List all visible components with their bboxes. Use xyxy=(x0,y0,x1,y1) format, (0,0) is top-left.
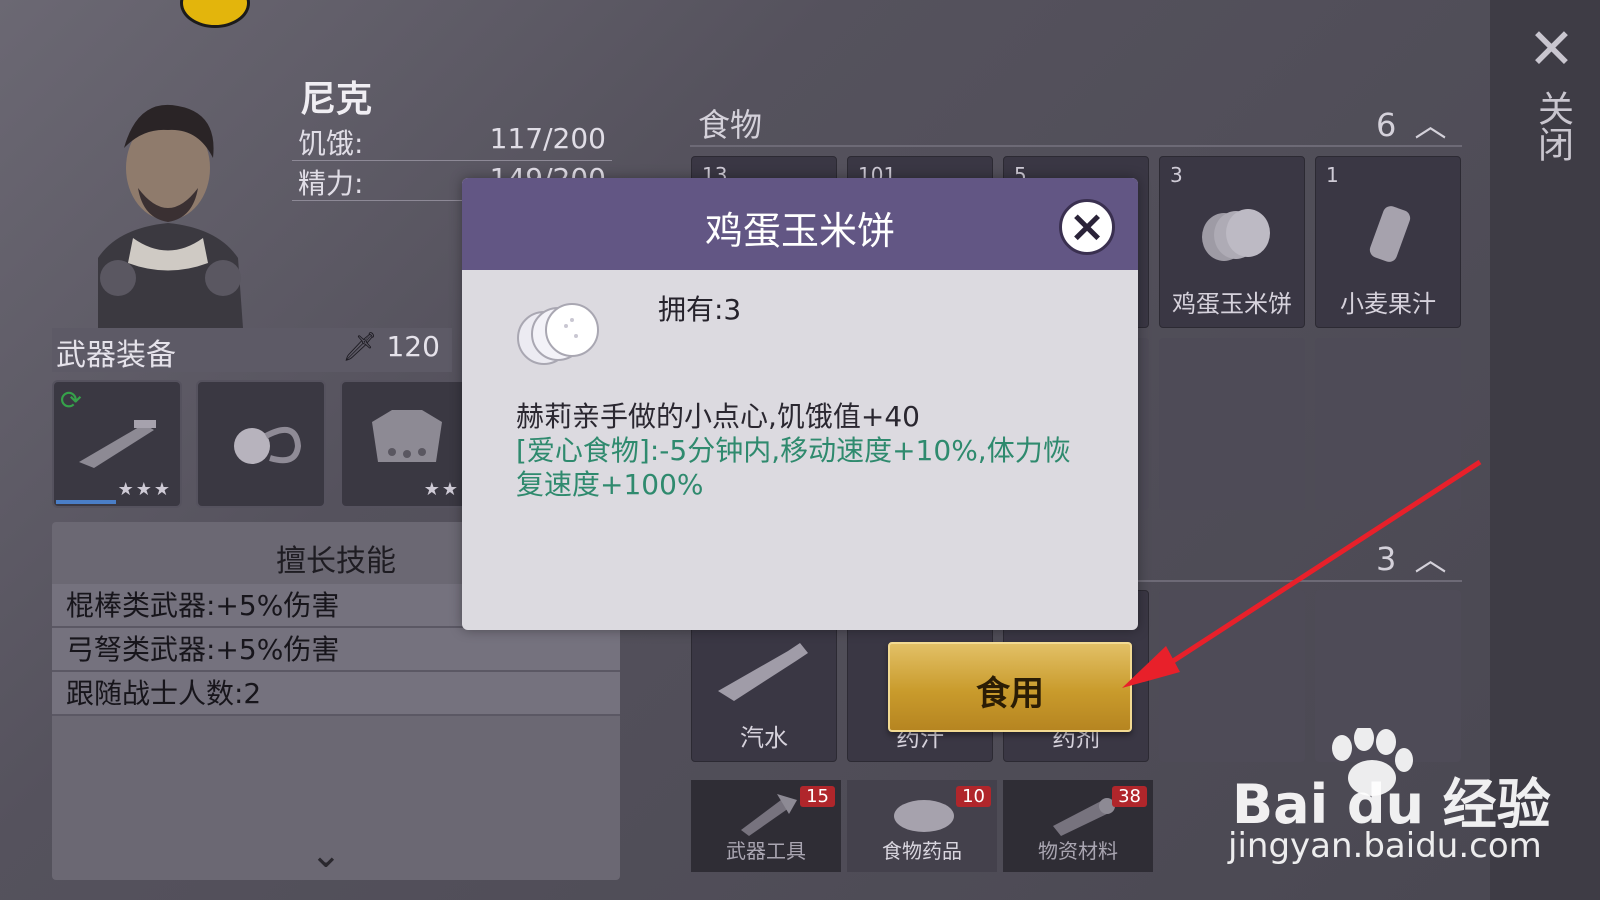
weapon-slot-3[interactable]: ★★ xyxy=(340,380,470,508)
tab-weapons-tools[interactable]: 15 武器工具 xyxy=(691,780,841,872)
sword-icon: 🗡 xyxy=(342,330,378,363)
hunger-value: 117/200 xyxy=(489,122,606,155)
item-description: 赫莉亲手做的小点心,饥饿值+40 xyxy=(516,400,920,433)
item-count: 3 xyxy=(1170,163,1183,187)
character-name: 尼克 xyxy=(300,79,373,120)
owned-quantity: 拥有:3 xyxy=(658,293,742,326)
tab-food-medicine[interactable]: 10 食物药品 xyxy=(847,780,997,872)
log-icon xyxy=(1053,798,1115,836)
dialog-close-button[interactable]: × xyxy=(1059,199,1115,255)
armor-icon xyxy=(372,410,442,462)
eat-button-label: 食用 xyxy=(976,674,1044,714)
close-icon[interactable]: ✕ xyxy=(1528,22,1575,78)
soda-bottle-icon xyxy=(718,643,808,701)
weapons-title: 武器装备 xyxy=(56,338,176,373)
watermark-url: jingyan.baidu.com xyxy=(1228,826,1542,866)
hunger-label: 饥饿: xyxy=(298,127,364,160)
attack-power: 🗡 120 xyxy=(342,330,440,363)
juice-can-icon xyxy=(1369,206,1411,262)
close-label[interactable]: 关闭 xyxy=(1528,90,1573,162)
headlamp-icon xyxy=(234,426,302,464)
dialog-title: 鸡蛋玉米饼 xyxy=(704,209,895,253)
food-count-value: 6 xyxy=(1376,106,1397,144)
weapon-stars: ★★★ xyxy=(117,479,172,500)
tab-badge: 10 xyxy=(956,786,991,807)
item-name: 小麦果汁 xyxy=(1340,290,1436,318)
tortilla-icon xyxy=(1202,209,1270,261)
durability-bar xyxy=(56,500,116,504)
shotgun-icon xyxy=(79,420,156,468)
chevron-up-icon: ︿ xyxy=(1414,106,1447,144)
tab-materials[interactable]: 38 物资材料 xyxy=(1003,780,1153,872)
item-effect: [爱心食物]:-5分钟内,移动速度+10%,体力恢复速度+100% xyxy=(516,434,1071,501)
weapon-slot-1[interactable]: ⟳ ★★★ xyxy=(52,380,182,508)
meat-icon xyxy=(894,800,954,832)
tab-badge: 38 xyxy=(1112,786,1147,807)
eat-button[interactable]: 食用 xyxy=(888,642,1132,732)
inventory-item[interactable]: 1 小麦果汁 xyxy=(1315,156,1461,328)
tab-label: 物资材料 xyxy=(1038,839,1118,863)
skill-row: 跟随战士人数:2 xyxy=(52,672,620,716)
chevron-down-icon[interactable]: ⌄ xyxy=(310,832,342,876)
tab-label: 武器工具 xyxy=(726,839,806,863)
power-value: 120 xyxy=(386,330,440,363)
character-portrait xyxy=(98,104,243,328)
armor-stars: ★★ xyxy=(423,479,460,500)
food-category-title: 食物 xyxy=(698,106,763,144)
item-detail-dialog: 鸡蛋玉米饼 × 拥有:3 赫莉亲手做的小点心,饥饿值+40 [爱心食物]:-5分… xyxy=(462,178,1138,630)
inventory-item-selected[interactable]: 3 鸡蛋玉米饼 xyxy=(1159,156,1305,328)
tortilla-icon xyxy=(517,303,599,365)
weapon-slot-2[interactable] xyxy=(196,380,326,508)
item-count: 1 xyxy=(1326,163,1339,187)
item-name: 汽水 xyxy=(740,724,788,752)
axe-icon xyxy=(741,794,797,836)
item-name: 鸡蛋玉米饼 xyxy=(1172,290,1292,318)
hunger-stat: 饥饿: 117/200 xyxy=(292,122,612,161)
food-count[interactable]: 6 ︿ xyxy=(1376,100,1447,146)
tab-badge: 15 xyxy=(800,786,835,807)
tab-label: 食物药品 xyxy=(882,839,962,863)
skill-row: 弓弩类武器:+5%伤害 xyxy=(52,628,620,672)
energy-label: 精力: xyxy=(298,167,364,200)
annotation-arrow-icon xyxy=(1122,459,1482,688)
divider xyxy=(690,145,1462,147)
